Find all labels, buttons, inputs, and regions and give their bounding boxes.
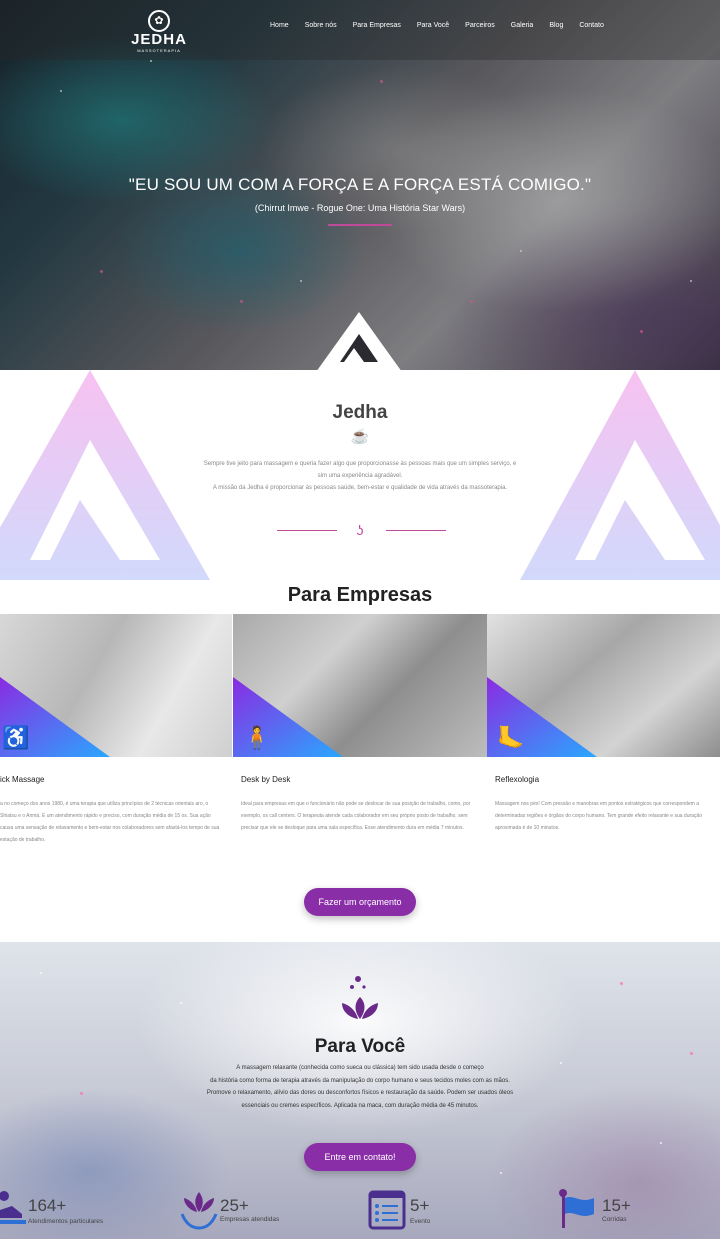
jedha-logo[interactable]: ✿ JEDHA MASSOTERAPIA	[122, 10, 196, 53]
about-paragraph-2: sim uma experiência agradável.	[317, 473, 403, 479]
stat-number: 25+	[220, 1196, 249, 1215]
stat-number: 164+	[28, 1196, 67, 1215]
nav-home[interactable]: Home	[270, 22, 289, 29]
jedha-triangle-mark-icon	[316, 312, 402, 372]
lotus-hands-icon	[180, 1192, 218, 1230]
nav-para-empresas[interactable]: Para Empresas	[353, 22, 401, 29]
service-image-desk-by-desk: 🧍	[233, 614, 487, 757]
stat-label: Evento	[410, 1218, 431, 1225]
voce-title: Para Você	[314, 1036, 406, 1057]
empresas-title: Para Empresas	[287, 584, 433, 606]
hero-divider	[328, 224, 392, 226]
top-navbar	[0, 0, 720, 60]
tea-cup-icon: ☕	[350, 428, 370, 445]
main-nav: Home Sobre nós Para Empresas Para Você P…	[270, 22, 620, 29]
desk-massage-icon: 🧍	[243, 725, 271, 750]
about-text: Sempre tive jeito para massagem e queria…	[190, 458, 530, 494]
massage-icon	[0, 1191, 26, 1224]
voce-text-line-1: A massagem relaxante (conhecida como sue…	[236, 1065, 484, 1071]
service-image-quick-massage: ♿	[0, 614, 232, 757]
service-text-desk-by-desk: Ideal para empresas em que o funcionário…	[241, 801, 471, 831]
about-title: Jedha	[332, 402, 388, 423]
service-image-reflexologia: 🦶	[487, 614, 720, 757]
flag-icon	[559, 1189, 594, 1228]
nav-para-voce[interactable]: Para Você	[417, 22, 449, 29]
calendar-list-icon	[368, 1190, 406, 1230]
hand-icon: ʖ	[356, 522, 364, 538]
contato-button[interactable]: Entre em contato!	[304, 1143, 416, 1171]
logo-text: JEDHA	[131, 31, 187, 48]
stat-label: Empresas atendidas	[220, 1216, 280, 1223]
voce-text-line-2: da história como forma de terapia atravé…	[210, 1077, 510, 1084]
nav-blog[interactable]: Blog	[549, 22, 563, 29]
service-text-reflexologia: Massagem nos pés! Com pressão e manobras…	[495, 801, 702, 831]
service-title-reflexologia: Reflexologia	[495, 775, 540, 784]
nav-galeria[interactable]: Galeria	[511, 22, 534, 29]
nav-contato[interactable]: Contato	[579, 22, 604, 29]
page: ✿ JEDHA MASSOTERAPIA Home Sobre nós Para…	[0, 0, 720, 1239]
service-text-quick-massage: a no começo dos anos 1980, é uma terapia…	[0, 801, 220, 843]
stat-corridas: 15+ Corridas	[558, 1188, 668, 1238]
quick-massage-icon: ♿	[2, 725, 30, 750]
lotus-logo-icon: ✿	[148, 10, 170, 32]
stat-label: Corridas	[602, 1216, 627, 1223]
voce-text-line-3: Promove o relaxamento, alívio das dores …	[206, 1090, 514, 1096]
hero-citation: (Chirrut Imwe - Rogue One: Uma História …	[254, 203, 466, 213]
stat-evento: 5+ Evento	[368, 1188, 478, 1238]
stat-number: 5+	[410, 1196, 430, 1215]
service-title-desk-by-desk: Desk by Desk	[241, 775, 291, 784]
stat-label: Atendimentos particulares	[28, 1218, 104, 1225]
stat-number: 15+	[602, 1196, 631, 1215]
orcamento-button[interactable]: Fazer um orçamento	[304, 888, 416, 916]
divider-line-right	[386, 530, 446, 531]
voce-text-line-4: essenciais ou cremes específicos. Aplica…	[241, 1102, 479, 1109]
nav-sobre-nos[interactable]: Sobre nós	[305, 22, 337, 29]
logo-subtext: MASSOTERAPIA	[137, 48, 181, 53]
about-paragraph-3: A missão da Jedha é proporcionar às pess…	[212, 485, 508, 491]
divider-line-left	[277, 530, 337, 531]
lotus-icon	[342, 976, 378, 1019]
nav-parceiros[interactable]: Parceiros	[465, 22, 495, 29]
about-paragraph-1: Sempre tive jeito para massagem e queria…	[203, 461, 517, 467]
service-title-quick-massage: ick Massage	[0, 775, 45, 784]
stat-atendimentos: 164+ Atendimentos particulares	[0, 1188, 130, 1238]
stat-empresas: 25+ Empresas atendidas	[180, 1188, 300, 1238]
hero-quote: "EU SOU UM COM A FORÇA E A FORÇA ESTÁ CO…	[128, 175, 592, 194]
foot-massage-icon: 🦶	[497, 725, 525, 750]
voce-text: A massagem relaxante (conhecida como sue…	[180, 1062, 540, 1112]
